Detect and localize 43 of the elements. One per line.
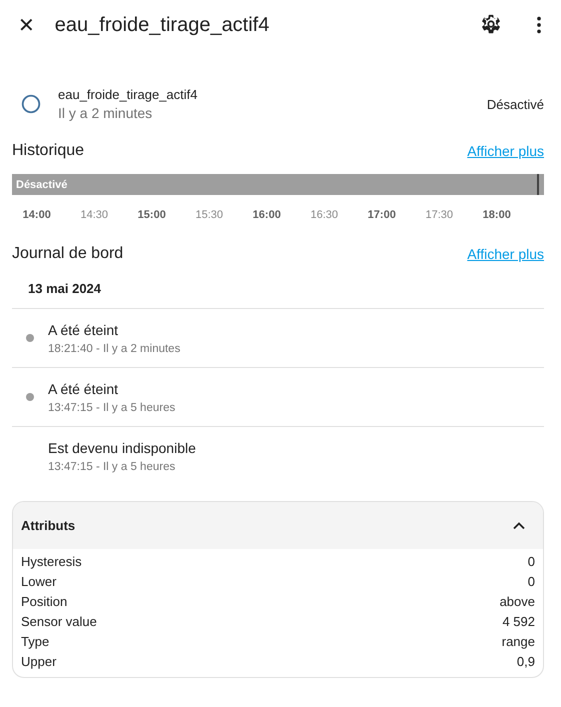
settings-icon[interactable] (480, 14, 502, 36)
attributes-title: Attributs (21, 518, 76, 533)
attribute-value: range (502, 634, 535, 648)
status-dot (26, 393, 34, 401)
axis-tick-label: 18:00 (482, 209, 512, 221)
attribute-value: 0 (528, 554, 535, 568)
section-title: Journal de bord (12, 245, 124, 263)
log-time: 13:47:15 - Il y a 5 heures (48, 402, 176, 414)
axis-tick-label: 14:00 (22, 209, 52, 221)
state-bar: Désactivé (12, 174, 544, 195)
last-changed: Il y a 2 minutes (58, 105, 154, 121)
axis-tick-label: 16:30 (309, 209, 340, 221)
attribute-value: 0,9 (516, 654, 535, 668)
close-button[interactable]: ✕ (14, 13, 39, 37)
log-message: A été éteint (48, 322, 120, 338)
attribute-name: Hysteresis (21, 554, 82, 568)
entity-state: Désactivé (486, 96, 544, 112)
attribute-value: 4 592 (502, 614, 535, 628)
section-title: Historique (12, 142, 84, 160)
axis-tick-label: 15:00 (136, 209, 167, 221)
axis-tick-label: 16:00 (252, 209, 282, 221)
dialog-title: eau_froide_tirage_actif4 (54, 14, 270, 36)
axis-tick-label: 14:30 (79, 209, 110, 221)
log-time: 18:21:40 - Il y a 2 minutes (48, 342, 180, 354)
attribute-name: Upper (21, 654, 56, 668)
circle-icon (20, 93, 42, 115)
attribute-name: Position (21, 594, 68, 608)
attribute-name: Sensor value (21, 614, 97, 628)
log-date: 13 mai 2024 (12, 263, 544, 309)
log-message: A été éteint (48, 380, 120, 396)
attribute-name: Lower (21, 574, 56, 588)
status-dot (26, 334, 34, 342)
now-marker (537, 174, 539, 195)
attributes-header[interactable]: Attributs (13, 502, 543, 549)
attribute-value: above (500, 594, 535, 608)
log-time: 13:47:15 - Il y a 5 heures (48, 460, 176, 472)
entity-name: eau_froide_tirage_actif4 (58, 87, 198, 102)
axis-tick-label: 17:00 (366, 209, 397, 221)
axis-tick-label: 17:30 (424, 209, 454, 221)
attribute-name: Type (21, 634, 50, 648)
log-message: Est devenu indisponible (48, 440, 196, 456)
attribute-value: 0 (528, 574, 535, 588)
axis-tick-label: 15:30 (194, 209, 224, 221)
